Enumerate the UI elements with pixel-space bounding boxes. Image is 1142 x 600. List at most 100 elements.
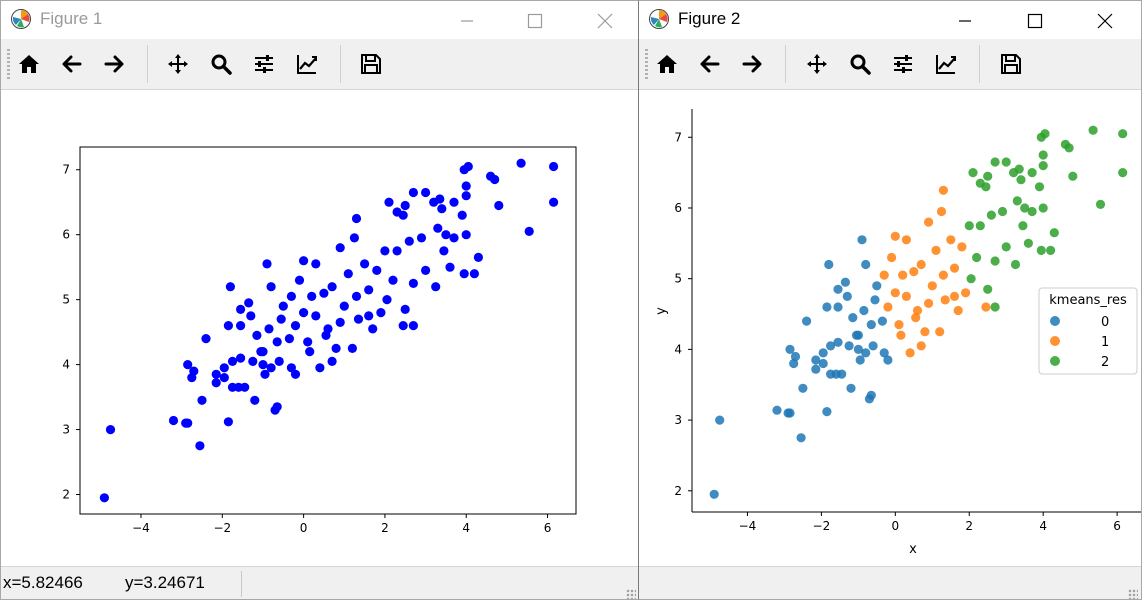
maximize-button[interactable] <box>511 3 559 37</box>
data-point <box>715 415 725 425</box>
pan-button[interactable] <box>805 52 831 78</box>
data-point <box>890 231 900 241</box>
y-tick-label: 5 <box>674 272 682 286</box>
minimize-button[interactable] <box>443 3 491 37</box>
forward-arrow-icon <box>742 55 762 73</box>
data-point <box>211 369 221 379</box>
data-point <box>398 321 408 331</box>
data-point <box>1038 161 1048 171</box>
toolbar-separator <box>147 45 148 83</box>
legend-label-1: 1 <box>1101 335 1109 350</box>
y-tick-label: 4 <box>674 342 682 356</box>
data-point <box>968 168 978 178</box>
maximize-button[interactable] <box>1011 3 1059 37</box>
data-point <box>236 353 246 363</box>
resize-grip-icon[interactable] <box>626 589 636 599</box>
data-point <box>315 363 325 373</box>
data-point <box>1068 171 1078 181</box>
data-point <box>916 341 926 351</box>
pan-button[interactable] <box>166 52 192 78</box>
data-point <box>1118 168 1128 178</box>
data-point <box>909 267 919 277</box>
title-bar[interactable]: Figure 1 <box>1 1 639 39</box>
toolbar-grip[interactable] <box>7 49 10 79</box>
minimize-button[interactable] <box>941 3 989 37</box>
resize-grip-icon[interactable] <box>1128 589 1138 599</box>
close-icon <box>597 13 613 29</box>
data-point <box>1010 259 1021 270</box>
data-point <box>284 334 294 344</box>
edit-axis-button[interactable] <box>934 52 960 78</box>
data-point <box>842 291 852 301</box>
data-point <box>1038 203 1048 213</box>
data-point <box>461 230 471 240</box>
data-point <box>861 348 871 358</box>
data-point <box>1034 182 1045 192</box>
toolbar-separator <box>340 45 341 83</box>
home-button[interactable] <box>17 52 43 78</box>
zoom-button[interactable] <box>848 52 874 78</box>
data-point <box>290 321 301 331</box>
zoom-button[interactable] <box>209 52 235 78</box>
data-point <box>266 363 276 373</box>
figure-2-window: Figure 2 −4 −2 0 2 4 6 2 3 4 5 6 7 x y k… <box>638 0 1142 600</box>
figure-1-canvas[interactable]: −4 −2 0 2 4 6 2 3 4 5 6 7 <box>1 90 640 566</box>
data-point <box>549 197 559 207</box>
data-point <box>449 197 459 207</box>
legend-marker-0 <box>1050 316 1060 326</box>
data-point <box>866 320 876 330</box>
data-point <box>949 291 960 301</box>
data-point <box>246 311 256 321</box>
window-title: Figure 2 <box>678 9 741 28</box>
data-point <box>463 161 473 172</box>
data-point <box>183 360 193 370</box>
data-point <box>966 274 976 284</box>
data-point <box>898 270 908 280</box>
data-point <box>294 275 305 285</box>
data-point <box>276 314 286 324</box>
title-bar[interactable]: Figure 2 <box>639 1 1141 39</box>
y-coordinate-readout: y=3.24671 <box>125 573 205 592</box>
data-point <box>197 395 207 405</box>
forward-button[interactable] <box>740 52 766 78</box>
data-point <box>473 252 483 262</box>
data-point <box>321 330 331 340</box>
data-point <box>524 226 534 236</box>
forward-button[interactable] <box>102 52 128 78</box>
back-button[interactable] <box>60 52 86 78</box>
legend-title: kmeans_res <box>1049 293 1127 308</box>
data-point <box>331 343 341 353</box>
data-point <box>924 217 934 227</box>
back-button[interactable] <box>698 52 724 78</box>
data-point <box>935 327 945 337</box>
configure-subplots-button[interactable] <box>252 52 278 78</box>
data-point <box>311 259 321 269</box>
y-tick-label: 7 <box>674 130 682 144</box>
configure-subplots-icon <box>255 55 273 73</box>
data-point <box>894 320 904 330</box>
close-button[interactable] <box>1081 3 1129 37</box>
figure-2-canvas[interactable]: −4 −2 0 2 4 6 2 3 4 5 6 7 x y kmeans_res 0 1 2 <box>639 90 1142 566</box>
home-button[interactable] <box>655 52 681 78</box>
data-point <box>335 317 345 327</box>
y-tick-label: 3 <box>62 423 70 437</box>
toolbar-grip[interactable] <box>645 49 648 79</box>
data-point <box>1040 129 1050 139</box>
x-tick-label: 4 <box>462 521 470 535</box>
data-point <box>833 284 843 294</box>
data-point <box>364 311 374 321</box>
data-point <box>225 282 235 292</box>
data-point <box>1038 150 1048 160</box>
configure-subplots-button[interactable] <box>891 52 917 78</box>
save-button[interactable] <box>359 52 385 78</box>
edit-axis-button[interactable] <box>295 52 321 78</box>
save-button[interactable] <box>999 52 1025 78</box>
data-point <box>266 282 276 292</box>
data-point <box>890 288 900 298</box>
data-point <box>272 337 282 347</box>
data-point <box>990 302 1000 312</box>
data-point <box>248 356 258 366</box>
close-button[interactable] <box>581 3 629 37</box>
data-point <box>441 230 451 240</box>
data-point <box>879 270 889 280</box>
